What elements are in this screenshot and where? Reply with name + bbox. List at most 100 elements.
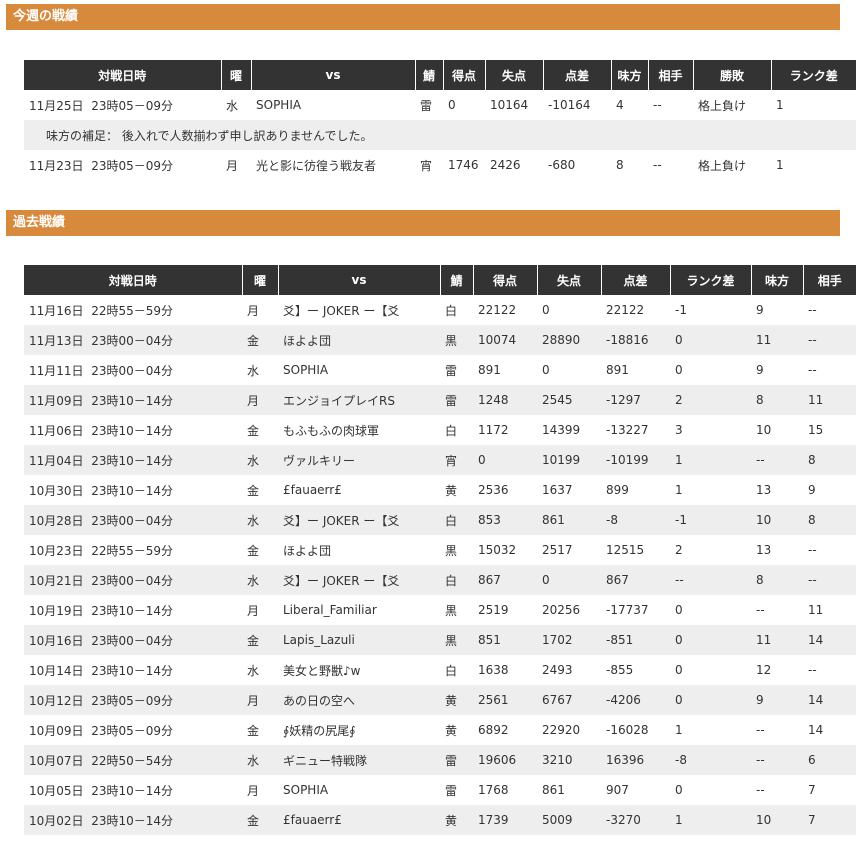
server-cell: 黄: [440, 685, 473, 715]
time-text: 23時10－14分: [91, 813, 173, 828]
date-time-cell: 11月09日 23時10－14分: [24, 385, 242, 415]
col-header-ally: 味方: [751, 265, 804, 295]
ally-cell: 10: [756, 423, 772, 437]
server-cell: 白: [440, 505, 473, 535]
lost-cell: 10199: [537, 445, 601, 475]
result-cell: 格上負け: [698, 158, 747, 173]
score-cell: 10074: [473, 325, 537, 355]
table-row: 11月25日 23時05－09分 水 SOPHIA 雷 0 10164 -101…: [24, 90, 856, 120]
date-text: 10月21日: [29, 573, 84, 588]
lost-cell: 14399: [542, 423, 581, 437]
date-time-cell: 10月19日 23時10－14分: [24, 595, 242, 625]
rank-cell: 1: [776, 98, 784, 112]
date-text: 11月06日: [29, 423, 84, 438]
opponent-cell: Lapis_Lazuli: [278, 625, 440, 655]
ally-cell: 13: [756, 483, 772, 497]
diff-cell: -3270: [601, 805, 670, 835]
server-cell: 白: [445, 303, 458, 318]
rank-cell: --: [670, 565, 751, 595]
table-row: 11月13日 23時00－04分金ほよよ団黒 10074 28890 -18816 0 1…: [24, 325, 856, 355]
lost-cell: 6767: [537, 685, 601, 715]
col-header-date: 対戦日時: [24, 265, 243, 295]
enemy-cell: 14: [808, 723, 824, 737]
rank-cell: 0: [670, 325, 751, 355]
this-week-header-row: 対戦日時 曜 vs 鯖 得点 失点 点差 味方 相手 勝敗 ランク差: [24, 60, 856, 90]
col-header-enemy: 相手: [803, 265, 856, 295]
col-header-weekday: 曜: [242, 265, 279, 295]
rank-cell: 0: [675, 783, 683, 797]
rank-cell: 0: [670, 685, 751, 715]
opponent-cell: 爻】ー JOKER ー【爻: [278, 505, 440, 535]
diff-cell: -680: [548, 158, 576, 172]
this-week-title: 今週の戦績: [6, 4, 840, 30]
opponent-cell: あの日の空へ: [278, 685, 440, 715]
time-text: 23時10－14分: [91, 423, 173, 438]
col-header-date: 対戦日時: [24, 60, 222, 90]
date-time-cell: 10月14日 23時10－14分: [24, 655, 242, 685]
time-text: 23時00－04分: [91, 573, 173, 588]
col-header-vs: vs: [251, 60, 416, 90]
rank-cell: 1: [675, 483, 683, 497]
table-row: 11月23日 23時05－09分 月 光と影に彷徨う戦友者 宵 1746 242…: [24, 150, 856, 180]
weekday-cell: 水: [247, 363, 260, 378]
enemy-cell: 7: [803, 805, 856, 835]
opponent-cell: 爻】ー JOKER ー【爻: [283, 303, 400, 318]
score-cell: 867: [473, 565, 537, 595]
date-text: 10月16日: [29, 633, 84, 648]
rank-cell: -8: [670, 745, 751, 775]
rank-cell: 1: [675, 723, 683, 737]
rank-cell: 0: [675, 603, 683, 617]
enemy-cell: --: [653, 158, 662, 172]
date-time-cell: 10月09日 23時05－09分: [24, 715, 242, 745]
weekday-cell: 金: [247, 423, 260, 438]
weekday-cell: 金: [242, 625, 278, 655]
enemy-cell: 15: [808, 423, 824, 437]
server-cell: 白: [445, 423, 458, 438]
col-header-score: 得点: [443, 60, 486, 90]
table-row: 11月11日 23時00－04分水 SOPHIA 雷 891 0 891 0 9 --: [24, 355, 856, 385]
score-cell: 19606: [473, 745, 537, 775]
ally-cell: 9: [756, 303, 764, 317]
score-cell: 851: [473, 625, 537, 655]
ally-cell: 12: [756, 663, 772, 677]
enemy-cell: --: [808, 663, 817, 677]
enemy-cell: --: [653, 98, 662, 112]
diff-cell: -4206: [601, 685, 670, 715]
weekday-cell: 水: [242, 505, 278, 535]
rank-cell: -1: [675, 303, 687, 317]
opponent-cell: ほよよ団: [278, 325, 440, 355]
diff-cell: -855: [606, 663, 634, 677]
time-text: 23時00－04分: [91, 333, 173, 348]
table-row: 10月23日 22時55－59分金ほよよ団黒 15032 2517 12515 2 13-…: [24, 535, 856, 565]
date-text: 11月09日: [29, 393, 84, 408]
date-time-cell: 11月25日 23時05－09分: [29, 98, 173, 113]
time-text: 23時10－14分: [91, 393, 173, 408]
enemy-cell: --: [803, 565, 856, 595]
opponent-cell: エンジョイプレイRS: [278, 385, 440, 415]
time-text: 23時00－04分: [91, 633, 173, 648]
score-cell: 2519: [478, 603, 509, 617]
col-header-rank: ランク差: [670, 265, 752, 295]
col-header-lost: 失点: [485, 60, 544, 90]
score-cell: 6892: [478, 723, 509, 737]
ally-cell: 8: [751, 385, 803, 415]
lost-cell: 5009: [537, 805, 601, 835]
weekday-cell: 月: [247, 783, 260, 798]
lost-cell: 0: [542, 363, 550, 377]
lost-cell: 20256: [542, 603, 581, 617]
diff-cell: -10199: [601, 445, 670, 475]
date-time-cell: 10月16日 23時00－04分: [24, 625, 242, 655]
opponent-cell: SOPHIA: [283, 783, 329, 797]
ally-cell: 11: [751, 325, 803, 355]
date-time-cell: 11月23日 23時05－09分: [29, 158, 173, 173]
diff-cell: -18816: [601, 325, 670, 355]
diff-cell: -16028: [606, 723, 649, 737]
diff-cell: 16396: [601, 745, 670, 775]
date-text: 11月04日: [29, 453, 84, 468]
date-text: 10月30日: [29, 483, 84, 498]
diff-cell: -1297: [601, 385, 670, 415]
server-cell: 雷: [440, 745, 473, 775]
table-row: 10月30日 23時10－14分金 £fauaerr£ 黄 2536 1637 899 1 1…: [24, 475, 856, 505]
opponent-cell: ヴァルキリー: [278, 445, 440, 475]
weekday-cell: 金: [247, 723, 260, 738]
